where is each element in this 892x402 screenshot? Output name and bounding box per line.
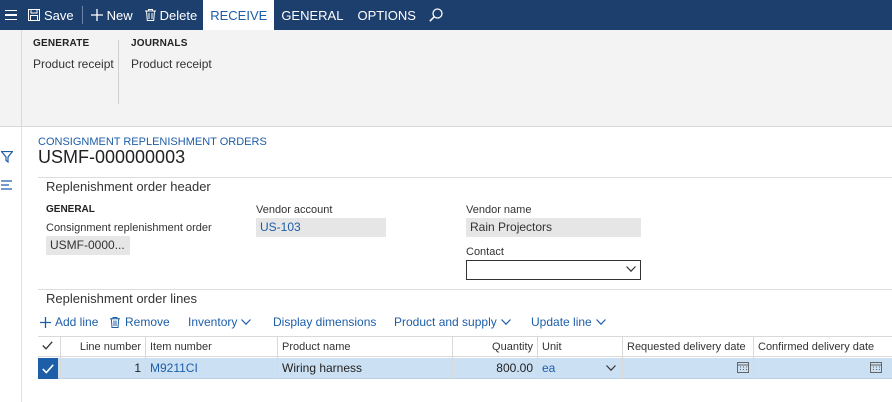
ribbon-pane: GENERATE Product receipt JOURNALS Produc… bbox=[0, 30, 892, 127]
select-all-checkbox[interactable] bbox=[38, 337, 58, 358]
ribbon-left-rail bbox=[0, 30, 22, 127]
order-label: Consignment replenishment order bbox=[46, 222, 212, 234]
delete-label: Delete bbox=[159, 7, 198, 23]
plus-icon bbox=[40, 316, 51, 328]
inventory-label: Inventory bbox=[188, 315, 238, 329]
search-icon bbox=[429, 8, 443, 22]
save-button[interactable]: Save bbox=[22, 0, 80, 30]
delete-button[interactable]: Delete bbox=[139, 0, 204, 30]
chevron-down-icon[interactable] bbox=[606, 365, 616, 371]
fasttab-lines-title[interactable]: Replenishment order lines bbox=[46, 291, 197, 306]
column-header-line-number[interactable]: Line number bbox=[60, 337, 145, 358]
fasttab-header-title[interactable]: Replenishment order header bbox=[46, 179, 211, 194]
update-line-menu[interactable]: Update line bbox=[531, 315, 606, 329]
divider bbox=[38, 289, 892, 290]
update-line-label: Update line bbox=[531, 315, 592, 329]
search-button[interactable] bbox=[423, 0, 453, 30]
checkmark-icon bbox=[42, 364, 54, 374]
confirmed-delivery-date-cell[interactable] bbox=[753, 358, 886, 379]
vendor-account-label: Vendor account bbox=[256, 204, 333, 216]
column-header-confirmed-delivery-date[interactable]: Confirmed delivery date bbox=[753, 337, 886, 358]
column-header-unit[interactable]: Unit bbox=[537, 337, 622, 358]
chevron-down-icon bbox=[595, 319, 606, 325]
line-number-cell[interactable]: 1 bbox=[60, 358, 145, 379]
add-line-button[interactable]: Add line bbox=[40, 315, 98, 329]
contact-dropdown[interactable] bbox=[466, 260, 641, 280]
related-info-icon[interactable] bbox=[1, 180, 13, 190]
add-line-label: Add line bbox=[55, 315, 99, 329]
new-button[interactable]: New bbox=[85, 0, 139, 30]
toolbar-divider bbox=[81, 6, 83, 24]
trash-icon bbox=[144, 9, 156, 21]
display-dimensions-label: Display dimensions bbox=[273, 315, 377, 329]
navigation-menu-icon[interactable] bbox=[0, 0, 22, 30]
grid-header: Line number Item number Product name Qua… bbox=[38, 336, 892, 358]
filter-icon[interactable] bbox=[1, 151, 13, 163]
ribbon-group-header: JOURNALS bbox=[131, 38, 188, 49]
column-header-item-number[interactable]: Item number bbox=[145, 337, 277, 358]
column-header-quantity[interactable]: Quantity bbox=[452, 337, 537, 358]
remove-button[interactable]: Remove bbox=[110, 315, 170, 329]
product-and-supply-menu[interactable]: Product and supply bbox=[394, 315, 511, 329]
left-rail bbox=[0, 127, 22, 402]
inventory-menu[interactable]: Inventory bbox=[188, 315, 252, 329]
trash-icon bbox=[110, 316, 120, 328]
save-icon bbox=[28, 9, 40, 21]
row-checkbox[interactable] bbox=[38, 358, 58, 379]
unit-cell[interactable]: ea bbox=[537, 358, 622, 379]
plus-icon bbox=[90, 9, 103, 21]
tab-general[interactable]: GENERAL bbox=[274, 0, 350, 30]
journals-product-receipt-button[interactable]: Product receipt bbox=[131, 57, 212, 71]
ribbon-group-divider bbox=[118, 40, 119, 104]
vendor-name-field[interactable]: Rain Projectors bbox=[466, 218, 641, 237]
product-name-cell[interactable]: Wiring harness bbox=[277, 358, 452, 379]
chevron-down-icon bbox=[626, 266, 636, 272]
order-field[interactable]: USMF-0000... bbox=[46, 236, 130, 255]
remove-label: Remove bbox=[125, 315, 170, 329]
new-label: New bbox=[106, 7, 133, 23]
product-and-supply-label: Product and supply bbox=[394, 315, 497, 329]
tab-receive[interactable]: RECEIVE bbox=[203, 0, 275, 30]
requested-delivery-date-cell[interactable] bbox=[622, 358, 753, 379]
chevron-down-icon bbox=[241, 319, 252, 325]
section-general-label: GENERAL bbox=[46, 204, 95, 215]
ribbon-group-journals: JOURNALS Product receipt bbox=[131, 38, 212, 71]
page-title: USMF-000000003 bbox=[38, 147, 186, 167]
table-row[interactable]: 1 M9211CI Wiring harness 800.00 ea bbox=[38, 358, 892, 379]
unit-value: ea bbox=[542, 361, 556, 375]
divider bbox=[38, 177, 892, 178]
column-header-requested-delivery-date[interactable]: Requested delivery date bbox=[622, 337, 753, 358]
vendor-account-field[interactable]: US-103 bbox=[256, 218, 386, 237]
contact-label: Contact bbox=[466, 246, 504, 258]
column-header-product-name[interactable]: Product name bbox=[277, 337, 452, 358]
vendor-name-label: Vendor name bbox=[466, 204, 532, 216]
action-pane: Save New Delete RECEIVE GENERAL OPTIONS bbox=[0, 0, 892, 30]
display-dimensions-button[interactable]: Display dimensions bbox=[273, 315, 376, 329]
tab-options[interactable]: OPTIONS bbox=[350, 0, 423, 30]
save-label: Save bbox=[44, 7, 74, 23]
chevron-down-icon bbox=[500, 319, 511, 325]
ribbon-group-header: GENERATE bbox=[33, 38, 90, 49]
calendar-icon[interactable] bbox=[870, 362, 882, 373]
calendar-icon[interactable] bbox=[737, 362, 749, 373]
item-number-cell[interactable]: M9211CI bbox=[145, 358, 277, 379]
ribbon-group-generate: GENERATE Product receipt bbox=[33, 38, 114, 71]
checkmark-icon bbox=[42, 341, 53, 350]
quantity-cell[interactable]: 800.00 bbox=[452, 358, 537, 379]
generate-product-receipt-button[interactable]: Product receipt bbox=[33, 57, 114, 71]
